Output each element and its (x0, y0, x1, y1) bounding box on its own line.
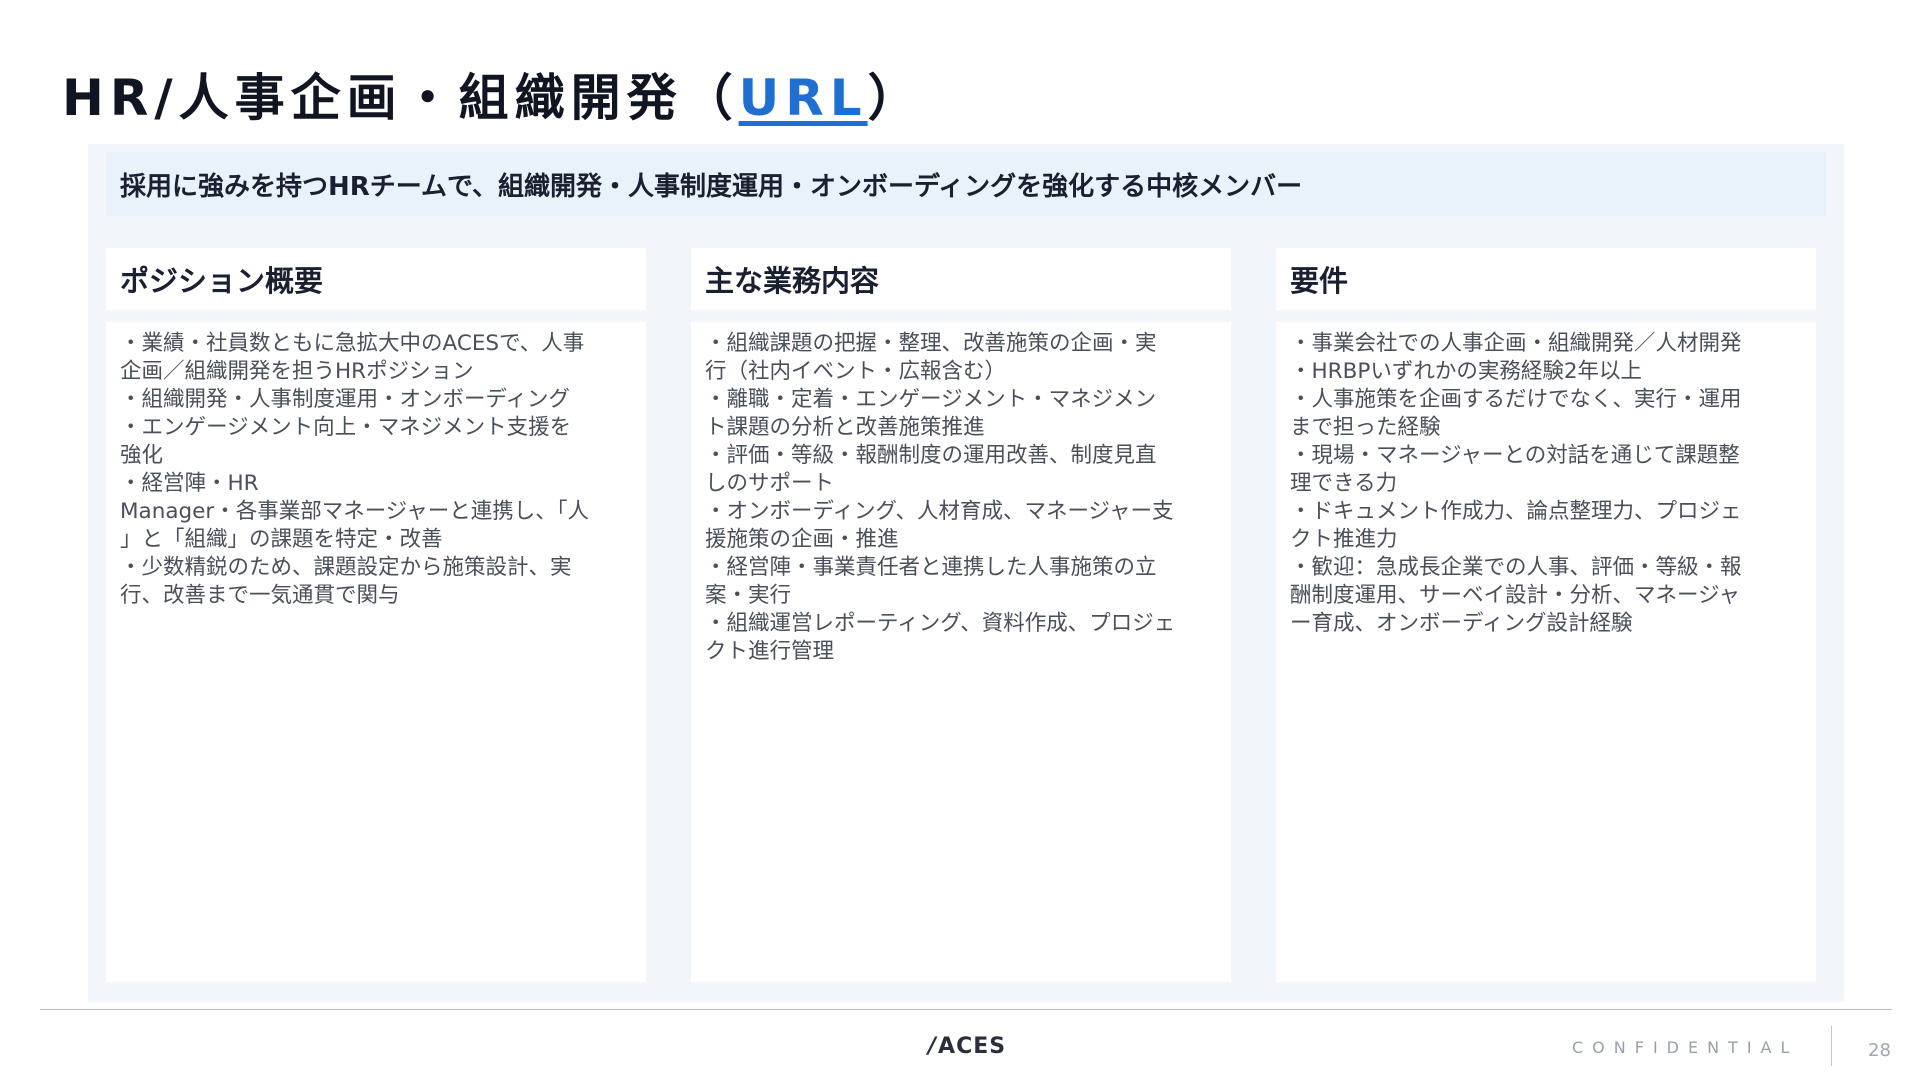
list-item: ・評価・等級・報酬制度の運用改善、制度見直 (705, 443, 1157, 468)
column-heading-duties: 主な業務内容 (691, 248, 1231, 310)
page-title: HR/人事企画・組織開発（URL） (62, 58, 924, 130)
logo-slash-icon: / (928, 1034, 938, 1059)
list-item: ・離職・定着・エンゲージメント・マネジメン (705, 387, 1157, 412)
list-item: ・人事施策を企画するだけでなく、実行・運用 (1290, 387, 1742, 412)
list-item: まで担った経験 (1290, 415, 1441, 440)
list-item: クト推進力 (1290, 527, 1398, 552)
page-number: 28 (1868, 1040, 1891, 1061)
list-item: ・エンゲージメント向上・マネジメント支援を (120, 415, 572, 440)
list-item: 行、改善まで一気通貫で関与 (120, 583, 400, 608)
list-item: 強化 (120, 443, 164, 468)
page-title-text: HR/人事企画・組織開発（ (62, 69, 739, 127)
list-item: 行（社内イベント・広報含む） (705, 359, 1007, 384)
url-link[interactable]: URL (739, 69, 868, 127)
list-item: ・経営陣・HR (120, 471, 259, 496)
list-item: ー育成、オンボーディング設計経験 (1290, 611, 1633, 636)
list-item: ・経営陣・事業責任者と連携した人事施策の立 (705, 555, 1157, 580)
column-body-overview: ・業績・社員数ともに急拡大中のACESで、人事 企画／組織開発を担うHRポジショ… (106, 322, 646, 982)
list-item: 」と「組織」の課題を特定・改善 (120, 527, 443, 552)
list-item: ・組織課題の把握・整理、改善施策の企画・実 (705, 331, 1157, 356)
column-heading-overview: ポジション概要 (106, 248, 646, 310)
list-item: 案・実行 (705, 583, 792, 608)
list-item: ・ドキュメント作成力、論点整理力、プロジェ (1290, 499, 1742, 524)
list-item: しのサポート (705, 471, 835, 496)
column-body-requirements: ・事業会社での人事企画・組織開発／人材開発 ・HRBPいずれかの実務経験2年以上… (1276, 322, 1816, 982)
list-item: ・業績・社員数ともに急拡大中のACESで、人事 (120, 331, 585, 356)
list-item: ・歓迎：急成長企業での人事、評価・等級・報 (1290, 555, 1742, 580)
logo-text: ACES (938, 1034, 1007, 1059)
list-item: Manager・各事業部マネージャーと連携し、「人 (120, 499, 589, 524)
list-item: 援施策の企画・推進 (705, 527, 899, 552)
list-item: ト課題の分析と改善施策推進 (705, 415, 985, 440)
aces-logo: /ACES (928, 1034, 1006, 1059)
list-item: ・少数精鋭のため、課題設定から施策設計、実 (120, 555, 572, 580)
list-item: ・組織開発・人事制度運用・オンボーディング (120, 387, 570, 412)
list-item: ・オンボーディング、人材育成、マネージャー支 (705, 499, 1174, 524)
column-heading-requirements: 要件 (1276, 248, 1816, 310)
footer-separator (1831, 1026, 1832, 1066)
footer-divider (40, 1009, 1892, 1010)
list-item: 企画／組織開発を担うHRポジション (120, 359, 474, 384)
list-item: クト進行管理 (705, 639, 835, 664)
column-body-duties: ・組織課題の把握・整理、改善施策の企画・実 行（社内イベント・広報含む） ・離職… (691, 322, 1231, 982)
page-title-close: ） (867, 69, 924, 127)
list-item: ・組織運営レポーティング、資料作成、プロジェ (705, 611, 1176, 636)
list-item: ・事業会社での人事企画・組織開発／人材開発 (1290, 331, 1742, 356)
confidential-label: CONFIDENTIAL (1572, 1038, 1799, 1057)
list-item: 理できる力 (1290, 471, 1398, 496)
lead-banner: 採用に強みを持つHRチームで、組織開発・人事制度運用・オンボーディングを強化する… (106, 152, 1826, 216)
list-item: 酬制度運用、サーベイ設計・分析、マネージャ (1290, 583, 1740, 608)
list-item: ・HRBPいずれかの実務経験2年以上 (1290, 359, 1643, 384)
list-item: ・現場・マネージャーとの対話を通じて課題整 (1290, 443, 1740, 468)
